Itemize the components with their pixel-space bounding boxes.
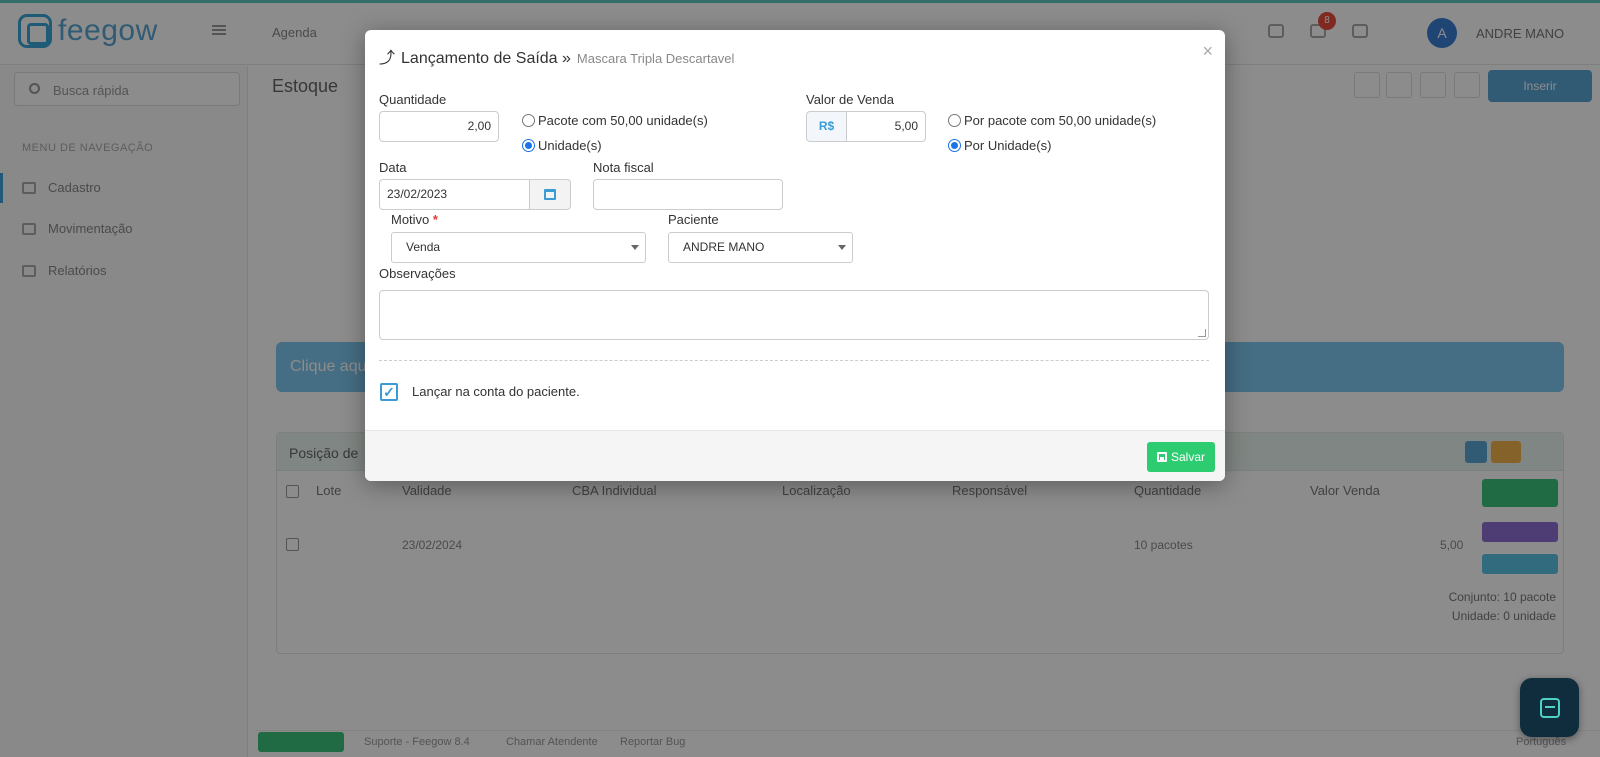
currency-addon: R$ [806,111,847,142]
nota-fiscal-label: Nota fiscal [593,160,654,175]
save-button[interactable]: Salvar [1146,442,1215,472]
lancar-conta-label[interactable]: Lançar na conta do paciente. [412,384,580,399]
modal-footer: Salvar [365,430,1225,481]
radio-button[interactable] [948,114,961,127]
motivo-label: Motivo * [391,212,438,227]
floppy-disk-icon [1156,452,1167,462]
modal-title: ⤴ Lançamento de Saída » Mascara Tripla D… [379,44,734,68]
nota-fiscal-input[interactable] [593,179,783,210]
quantidade-label: Quantidade [379,92,447,107]
lancar-conta-checkbox[interactable]: ✓ [380,383,398,401]
chevron-down-icon [838,245,846,250]
data-label: Data [379,160,407,175]
exit-arrow-icon: ⤴ [379,50,396,67]
calendar-button[interactable] [530,179,571,210]
radio-por-unidade-label: Por Unidade(s) [964,138,1052,153]
motivo-select[interactable]: Venda [391,232,646,263]
form-divider [379,360,1209,361]
paciente-select[interactable]: ANDRE MANO [668,232,853,263]
save-button-label: Salvar [1170,450,1205,464]
observacoes-label: Observações [379,266,456,281]
radio-pacote[interactable]: Pacote com 50,00 unidade(s) [522,113,708,128]
exit-entry-modal: ⤴ Lançamento de Saída » Mascara Tripla D… [365,30,1225,481]
calendar-icon [544,189,556,200]
radio-button[interactable] [522,114,535,127]
observacoes-textarea[interactable] [379,290,1209,340]
radio-por-pacote[interactable]: Por pacote com 50,00 unidade(s) [948,113,1156,128]
paciente-label: Paciente [668,212,719,227]
radio-por-unidade[interactable]: Por Unidade(s) [948,138,1051,153]
valor-venda-input[interactable]: 5,00 [846,111,926,142]
quantidade-input[interactable]: 2,00 [379,111,499,142]
radio-button-selected[interactable] [948,139,961,152]
data-input[interactable]: 23/02/2023 [379,179,530,210]
resize-handle-icon[interactable] [1198,329,1206,337]
close-icon[interactable]: × [1202,41,1213,62]
support-chat-icon [1539,697,1560,718]
valor-venda-label: Valor de Venda [806,92,894,107]
radio-unidades-label: Unidade(s) [538,138,602,153]
required-asterisk: * [432,212,438,227]
motivo-value: Venda [406,240,441,254]
modal-title-text: Lançamento de Saída » [401,50,571,67]
modal-subtitle: Mascara Tripla Descartavel [576,51,735,66]
radio-button-selected[interactable] [522,139,535,152]
motivo-label-text: Motivo [391,212,430,227]
chevron-down-icon [631,245,639,250]
help-widget-button[interactable] [1520,678,1579,737]
radio-por-pacote-label: Por pacote com 50,00 unidade(s) [964,113,1157,128]
radio-unidades[interactable]: Unidade(s) [522,138,602,153]
paciente-value: ANDRE MANO [683,240,765,254]
radio-pacote-label: Pacote com 50,00 unidade(s) [538,113,708,128]
